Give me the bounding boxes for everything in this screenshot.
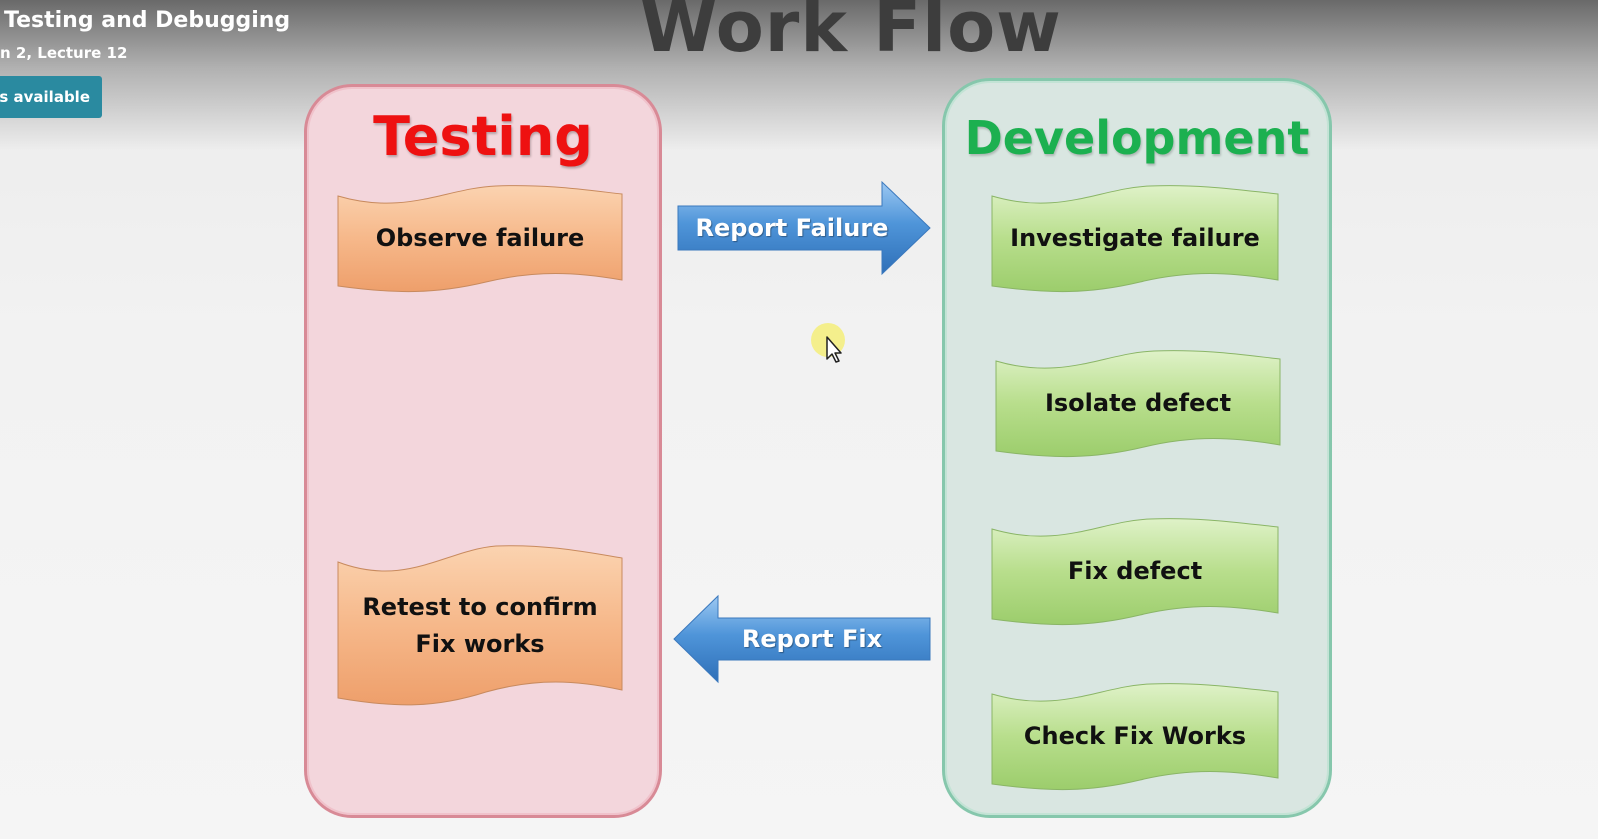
- fix-defect-step: Fix defect: [990, 515, 1280, 627]
- fix-defect-label: Fix defect: [1067, 556, 1203, 585]
- isolate-defect-step: Isolate defect: [994, 347, 1282, 459]
- report-fix-label: Report Fix: [741, 625, 883, 653]
- video-title: Testing and Debugging: [4, 8, 291, 33]
- check-fix-works-step: Check Fix Works: [990, 680, 1280, 792]
- video-subtitle: n 2, Lecture 12: [0, 44, 128, 62]
- testing-lane-title: Testing: [373, 105, 593, 168]
- slide-title: Work Flow: [640, 0, 1062, 68]
- isolate-defect-label: Isolate defect: [1044, 388, 1232, 417]
- observe-failure-step: Observe failure: [336, 182, 624, 294]
- retest-label: Retest to confirm Fix works: [362, 593, 598, 658]
- observe-failure-label: Observe failure: [375, 223, 585, 252]
- report-fix-arrow: Report Fix: [672, 594, 932, 684]
- check-fix-works-label: Check Fix Works: [1023, 721, 1247, 750]
- development-lane-title: Development: [964, 111, 1310, 165]
- report-failure-arrow: Report Failure: [676, 180, 932, 276]
- retest-step: Retest to confirm Fix works: [336, 542, 624, 710]
- mouse-pointer-icon: [810, 320, 850, 364]
- investigate-failure-step: Investigate failure: [990, 182, 1280, 294]
- resources-badge-button[interactable]: es available: [0, 76, 102, 118]
- report-failure-label: Report Failure: [695, 214, 889, 242]
- investigate-failure-label: Investigate failure: [1010, 223, 1260, 252]
